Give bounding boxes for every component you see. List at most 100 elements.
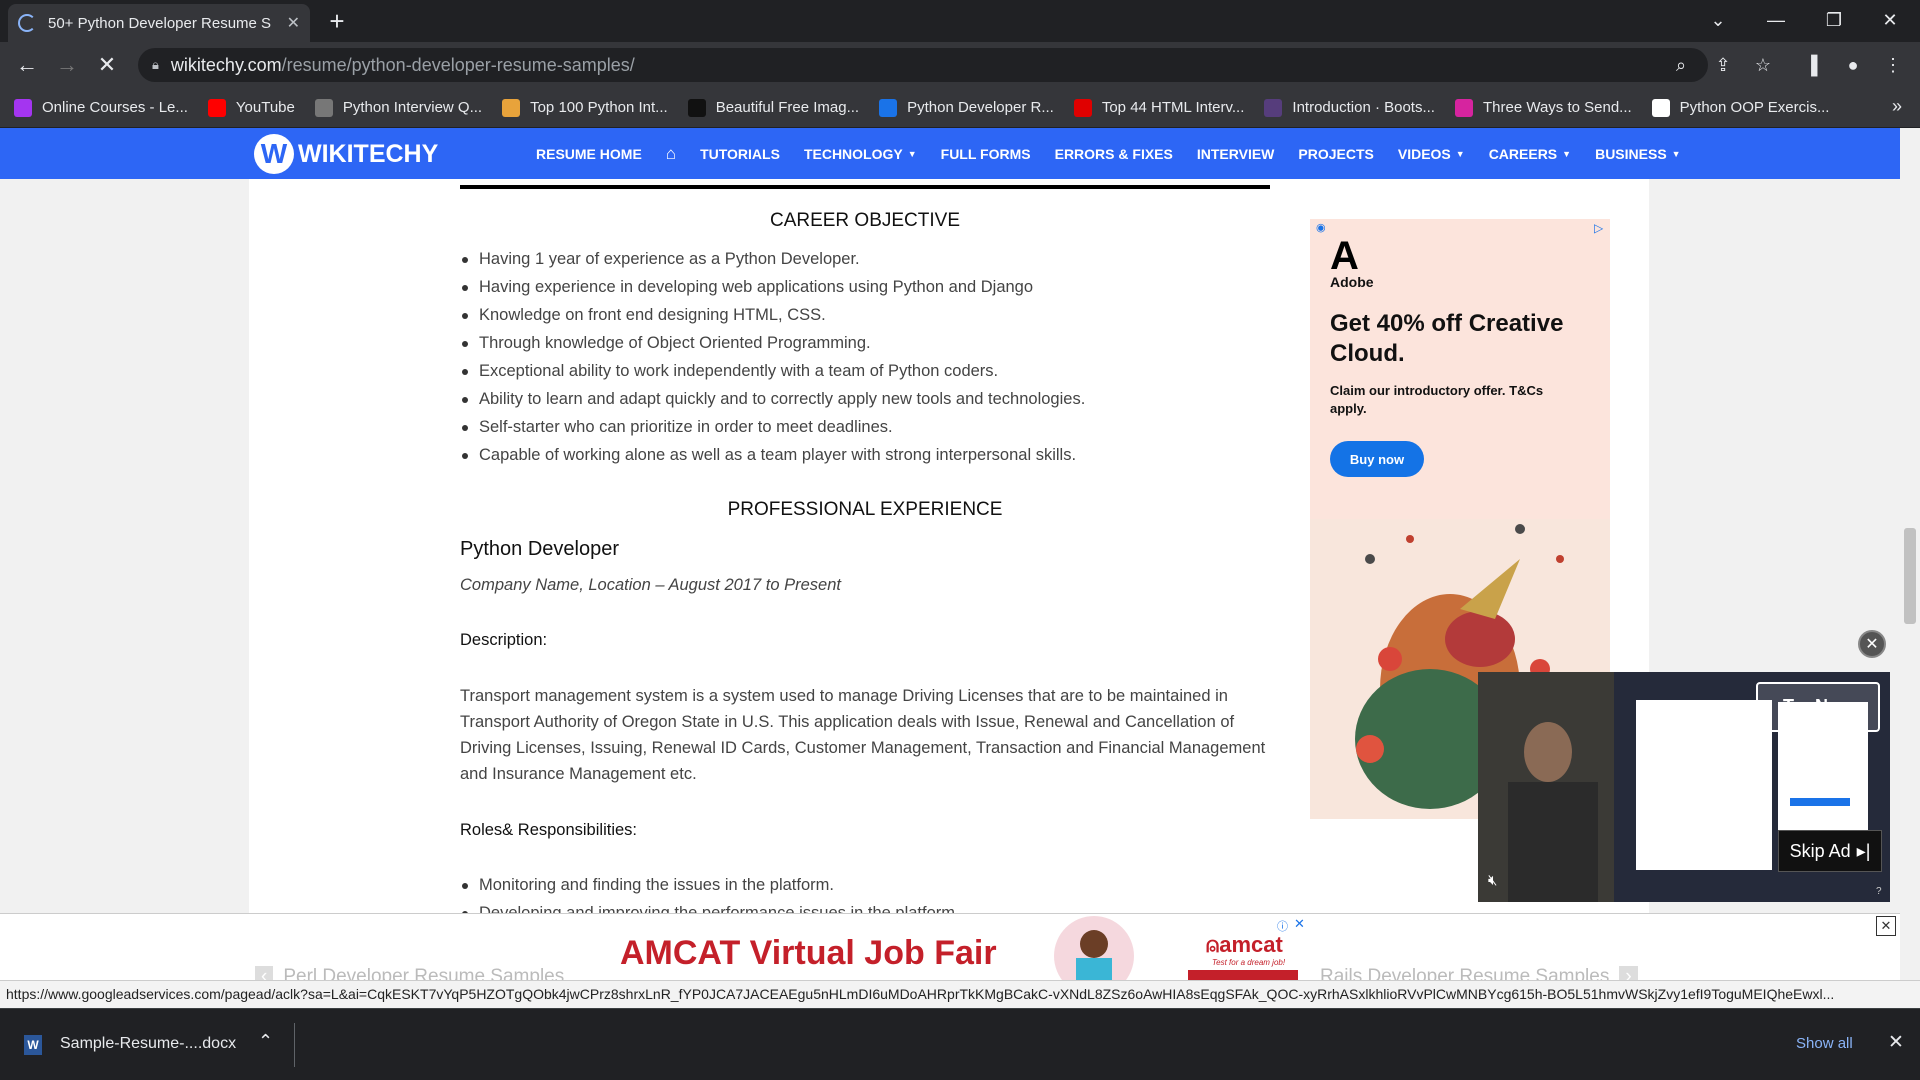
menu-item[interactable]: BUSINESS ▼: [1595, 146, 1681, 162]
bookmark-star-icon[interactable]: ☆: [1748, 50, 1778, 80]
bookmark-item[interactable]: Introduction · Boots...: [1264, 98, 1435, 117]
video-info-icon[interactable]: ?: [1876, 886, 1882, 897]
restore-button[interactable]: ❐: [1806, 0, 1862, 40]
ad-choices-icon[interactable]: ◉: [1316, 221, 1326, 234]
bookmark-item[interactable]: Online Courses - Le...: [14, 98, 188, 117]
menu-item[interactable]: TUTORIALS: [700, 146, 780, 162]
career-objective-heading: CAREER OBJECTIVE: [769, 210, 961, 231]
pynative-icon: [1651, 98, 1670, 117]
tab-strip: 50+ Python Developer Resume S ✕ + ⌄ — ❐ …: [0, 0, 1920, 42]
logo-text: WIKITECHY: [298, 139, 439, 168]
globe-icon: [314, 98, 333, 117]
try-now-button[interactable]: Try Now: [1756, 682, 1880, 732]
bookmark-item[interactable]: Python Developer R...: [879, 98, 1054, 117]
amcat-cta-button[interactable]: [1188, 970, 1298, 980]
menu-item-label: BUSINESS: [1595, 145, 1667, 162]
bootstrap-icon: [1264, 98, 1283, 117]
menu-item-label: CAREERS: [1488, 145, 1558, 162]
address-bar[interactable]: 🔒︎ wikitechy.com/resume/python-developer…: [138, 48, 1708, 82]
bookmark-label: Top 44 HTML Interv...: [1101, 99, 1245, 116]
list-item: Self-starter who can prioritize in order…: [460, 413, 1270, 441]
torch-icon: [502, 98, 521, 117]
list-item: Knowledge on front end designing HTML, C…: [460, 301, 1270, 329]
show-all-downloads-link[interactable]: Show all: [1796, 1035, 1853, 1052]
window-close-button[interactable]: ✕: [1862, 0, 1918, 40]
ad-info-icon[interactable]: ▷: [1594, 221, 1603, 235]
video-ad-close-icon[interactable]: ✕: [1858, 630, 1886, 658]
download-options-icon[interactable]: ⌃: [258, 1031, 273, 1052]
adobe-subtext: Claim our introductory offer. T&Cs apply…: [1330, 383, 1544, 416]
download-shelf: W Sample-Resume-....docx ⌃ Show all ✕: [0, 1008, 1920, 1080]
menu-item-label: FULL FORMS: [940, 145, 1031, 162]
profile-icon[interactable]: ●: [1838, 50, 1868, 80]
bookmark-label: Python Developer R...: [907, 99, 1054, 116]
bookmarks-overflow-icon[interactable]: »: [1892, 96, 1902, 117]
bookmark-item[interactable]: YouTube: [207, 98, 295, 117]
amcat-tagline: Test for a dream job!: [1212, 958, 1286, 967]
v-icon: [1073, 98, 1092, 117]
loading-icon: [879, 98, 898, 117]
video-ad[interactable]: Try Now Skip Ad ▸| 🔇︎ ?: [1478, 672, 1890, 902]
caret-down-icon: ▼: [1455, 148, 1465, 159]
list-item: Ability to learn and adapt quickly and t…: [460, 385, 1270, 413]
menu-kebab-icon[interactable]: ⋮: [1878, 50, 1908, 80]
bookmark-label: YouTube: [235, 99, 295, 116]
list-item: Exceptional ability to work independentl…: [460, 357, 1270, 385]
udemy-icon: [14, 98, 32, 117]
menu-item[interactable]: PROJECTS: [1298, 146, 1373, 162]
bookmark-item[interactable]: Python Interview Q...: [314, 98, 482, 117]
tab-close-icon[interactable]: ✕: [287, 13, 300, 33]
back-button[interactable]: ←: [12, 50, 42, 80]
download-divider: [294, 1023, 295, 1067]
bookmark-item[interactable]: Three Ways to Send...: [1454, 98, 1632, 117]
bookmark-item[interactable]: Python OOP Exercis...: [1651, 98, 1829, 117]
menu-item[interactable]: FULL FORMS: [941, 146, 1031, 162]
menu-item[interactable]: TECHNOLOGY ▼: [804, 146, 917, 162]
mute-icon[interactable]: 🔇︎: [1488, 872, 1497, 889]
menu-item[interactable]: CAREERS ▼: [1489, 146, 1571, 162]
bookmark-item[interactable]: Top 100 Python Int...: [502, 98, 668, 117]
lock-icon: 🔒︎: [152, 57, 159, 72]
stop-loading-button[interactable]: ✕: [92, 50, 122, 80]
new-tab-button[interactable]: +: [322, 6, 352, 36]
home-icon: ⌂: [665, 143, 677, 163]
bookmark-label: Introduction · Boots...: [1292, 99, 1435, 116]
anchor-ad-close-icon[interactable]: ✕: [1876, 916, 1896, 936]
menu-home[interactable]: ⌂: [666, 144, 676, 164]
download-file-name[interactable]: Sample-Resume-....docx: [60, 1035, 236, 1053]
job-meta: Company Name, Location – August 2017 to …: [460, 576, 841, 594]
menu-item[interactable]: INTERVIEW: [1197, 146, 1275, 162]
list-item: Capable of working alone as well as a te…: [460, 441, 1270, 469]
close-download-shelf-icon[interactable]: ✕: [1888, 1031, 1904, 1054]
skip-ad-label: Skip Ad: [1789, 840, 1851, 861]
bookmark-item[interactable]: Top 44 HTML Interv...: [1073, 98, 1245, 117]
menu-item[interactable]: RESUME HOME: [536, 146, 642, 162]
amcat-ad-close-icon[interactable]: ✕: [1294, 916, 1305, 932]
amcat-ad-info-icon[interactable]: ⓘ: [1277, 918, 1288, 934]
bookmark-label: Online Courses - Le...: [42, 99, 188, 116]
skip-ad-button[interactable]: Skip Ad ▸|: [1778, 830, 1882, 872]
share-icon[interactable]: ⇪: [1708, 50, 1738, 80]
list-item: Having 1 year of experience as a Python …: [460, 245, 1270, 273]
active-tab[interactable]: 50+ Python Developer Resume S ✕: [8, 4, 310, 42]
buy-now-button[interactable]: Buy now: [1330, 441, 1424, 477]
section-rule: [460, 185, 1270, 189]
tab-search-icon[interactable]: ⌄: [1690, 0, 1746, 40]
side-panel-icon[interactable]: ▐: [1796, 50, 1826, 80]
forward-button[interactable]: →: [52, 50, 82, 80]
amcat-ad[interactable]: AMCAT Virtual Job Fair ⍝amcat Test for a…: [584, 916, 1314, 980]
list-item: Through knowledge of Object Oriented Pro…: [460, 329, 1270, 357]
menu-item[interactable]: ERRORS & FIXES: [1055, 146, 1173, 162]
scrollbar-thumb[interactable]: [1904, 528, 1916, 624]
list-item: Having experience in developing web appl…: [460, 273, 1270, 301]
url-domain: wikitechy.com: [170, 54, 282, 75]
zoom-icon[interactable]: ⌕: [1666, 50, 1696, 80]
wikitechy-w-icon: W: [254, 134, 294, 174]
menu-item[interactable]: VIDEOS ▼: [1398, 146, 1465, 162]
job-title: Python Developer: [460, 538, 619, 560]
menu-item-label: RESUME HOME: [536, 145, 642, 162]
bookmark-item[interactable]: Beautiful Free Imag...: [687, 98, 859, 117]
loading-spinner-icon: [18, 14, 36, 32]
site-logo[interactable]: W WIKITECHY: [254, 132, 438, 176]
minimize-button[interactable]: —: [1748, 0, 1804, 40]
